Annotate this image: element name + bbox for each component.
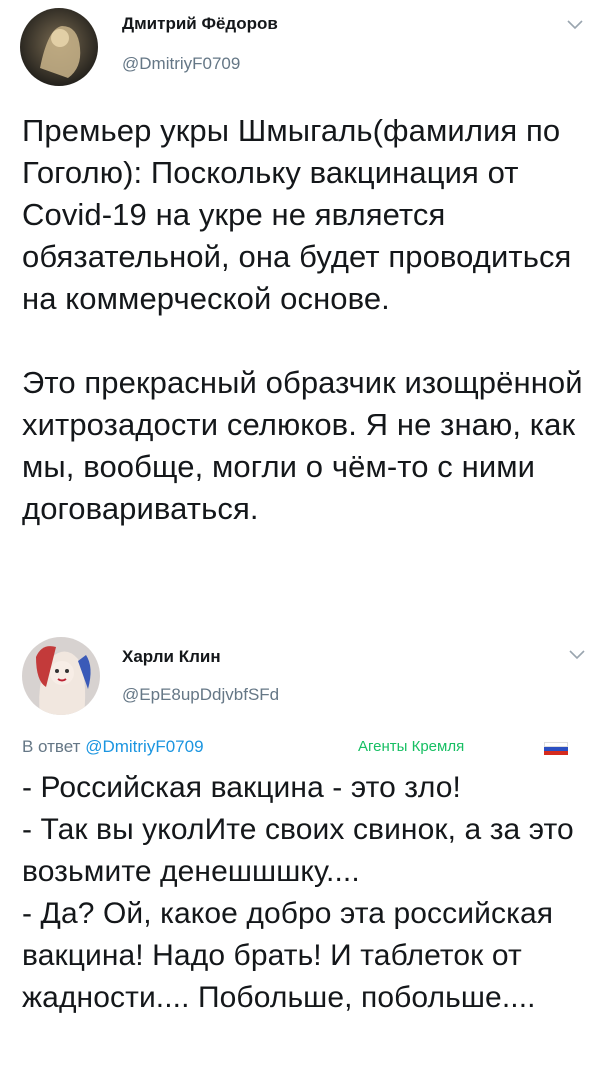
tweet-line: - Российская вакцина - это зло! bbox=[22, 771, 461, 804]
tweet-text: - Российская вакцина - это зло! - Так вы… bbox=[22, 767, 592, 1019]
tweet-paragraph: Премьер укры Шмыгаль(фамилия по Гоголю):… bbox=[22, 113, 572, 316]
tweet-original: Дмитрий Фёдоров @DmitriyF0709 Премьер ук… bbox=[0, 0, 603, 630]
chevron-down-icon[interactable] bbox=[567, 20, 583, 30]
avatar-image bbox=[20, 8, 98, 86]
reply-prefix: В ответ bbox=[22, 737, 81, 756]
tweet-text: Премьер укры Шмыгаль(фамилия по Гоголю):… bbox=[22, 110, 592, 530]
tweet-paragraph: Это прекрасный образчик изощрённой хитро… bbox=[22, 365, 583, 526]
chevron-down-icon[interactable] bbox=[569, 650, 585, 660]
russia-flag-icon bbox=[544, 742, 568, 755]
tweet-line: - Да? Ой, какое добро эта российская вак… bbox=[22, 897, 554, 1014]
avatar-image bbox=[22, 637, 100, 715]
reply-mention-link[interactable]: @DmitriyF0709 bbox=[85, 737, 203, 756]
avatar[interactable] bbox=[22, 637, 100, 715]
avatar[interactable] bbox=[20, 8, 98, 86]
author-name[interactable]: Дмитрий Фёдоров bbox=[122, 14, 278, 34]
reply-context: В ответ @DmitriyF0709 bbox=[22, 737, 204, 757]
tweet-line: - Так вы уколИте своих свинок, а за это … bbox=[22, 813, 574, 888]
location-tag[interactable]: Агенты Кремля bbox=[358, 738, 464, 755]
author-name[interactable]: Харли Клин bbox=[122, 647, 221, 667]
author-handle[interactable]: @EpE8upDdjvbfSFd bbox=[122, 685, 279, 705]
author-handle[interactable]: @DmitriyF0709 bbox=[122, 54, 240, 74]
tweet-reply: Харли Клин @EpE8upDdjvbfSFd В ответ @Dmi… bbox=[0, 630, 603, 1080]
